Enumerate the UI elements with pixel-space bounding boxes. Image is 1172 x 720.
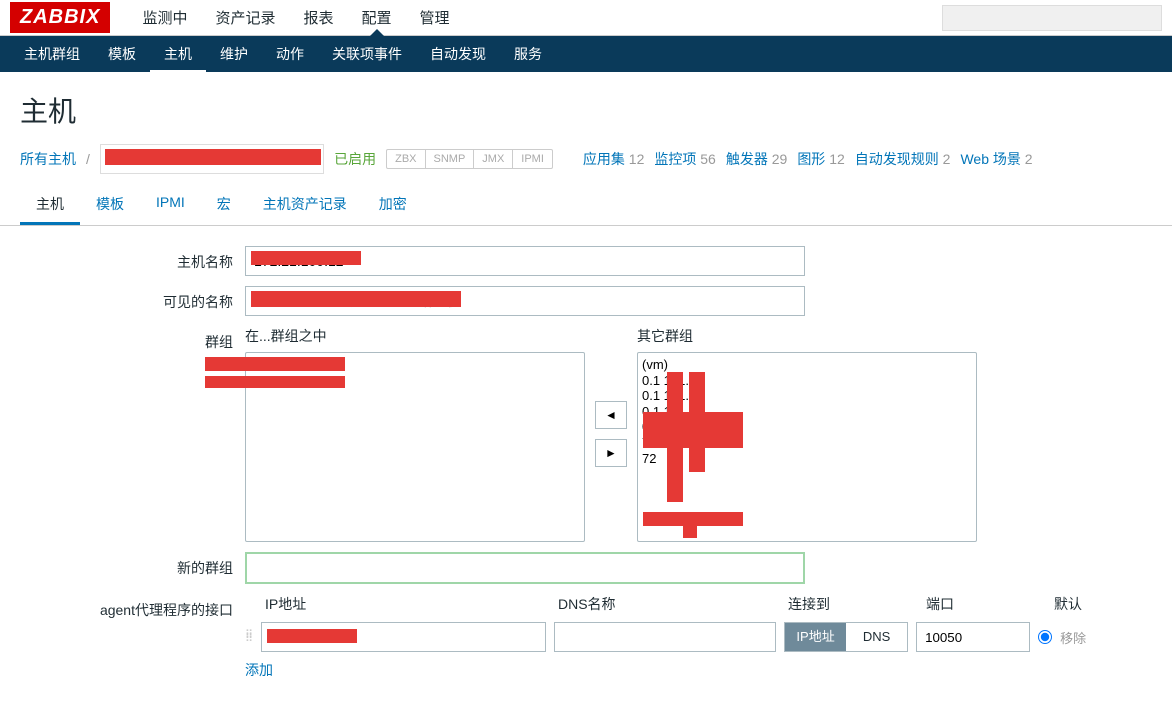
subnav-correlation[interactable]: 关联项事件 [318, 35, 416, 73]
conn-ip[interactable]: IP地址 [785, 623, 846, 651]
tag-jmx: JMX [474, 150, 513, 168]
breadcrumb-all[interactable]: 所有主机 [20, 149, 76, 169]
iface-conn-toggle[interactable]: IP地址 DNS [784, 622, 908, 652]
col-dns: DNS名称 [558, 594, 780, 614]
subnav-hosts[interactable]: 主机 [150, 35, 206, 73]
iface-header: IP地址 DNS名称 连接到 端口 默认 [245, 594, 1114, 614]
move-right-button[interactable]: ► [595, 439, 627, 467]
tab-macros[interactable]: 宏 [201, 186, 247, 225]
tab-encryption[interactable]: 加密 [363, 186, 423, 225]
sub-nav: 主机群组 模板 主机 维护 动作 关联项事件 自动发现 服务 [0, 36, 1172, 72]
top-bar: ZABBIX 监测中 资产记录 报表 配置 管理 [0, 0, 1172, 36]
topnav-monitoring[interactable]: 监测中 [128, 0, 201, 36]
newgroup-label: 新的群组 [20, 552, 245, 578]
iface-label: agent代理程序的接口 [20, 594, 245, 620]
subnav-discovery[interactable]: 自动发现 [416, 35, 500, 73]
visiblename-label: 可见的名称 [20, 286, 245, 312]
logo: ZABBIX [10, 2, 110, 33]
agent-tags: ZBX SNMP JMX IPMI [386, 149, 553, 169]
topnav-inventory[interactable]: 资产记录 [201, 0, 289, 36]
tag-snmp: SNMP [426, 150, 475, 168]
topnav-admin[interactable]: 管理 [406, 0, 464, 36]
in-groups-header: 在...群组之中 [245, 326, 585, 346]
metric-web[interactable]: Web 场景 2 [960, 149, 1032, 169]
hostname-label: 主机名称 [20, 246, 245, 272]
col-conn: 连接到 [788, 594, 918, 614]
subnav-actions[interactable]: 动作 [262, 35, 318, 73]
subnav-maintenance[interactable]: 维护 [206, 35, 262, 73]
iface-add-link[interactable]: 添加 [245, 660, 273, 680]
move-left-button[interactable]: ◄ [595, 401, 627, 429]
tab-ipmi[interactable]: IPMI [140, 186, 201, 225]
metric-triggers[interactable]: 触发器 29 [726, 149, 787, 169]
other-groups-header: 其它群组 [637, 326, 977, 346]
page-title: 主机 [0, 72, 1172, 144]
drag-handle-icon[interactable]: ⠿⠿ [245, 633, 251, 641]
iface-remove-link[interactable]: 移除 [1060, 628, 1086, 647]
search-input[interactable] [942, 5, 1162, 31]
conn-dns[interactable]: DNS [846, 623, 907, 651]
metric-graphs[interactable]: 图形 12 [797, 149, 844, 169]
tag-zbx: ZBX [387, 150, 425, 168]
topnav-config[interactable]: 配置 [348, 0, 406, 36]
tab-templates[interactable]: 模板 [80, 186, 140, 225]
topnav-reports[interactable]: 报表 [289, 0, 347, 36]
host-form: 主机名称 可见的名称 群组 在...群组之中 Zabbix servers [0, 226, 1172, 680]
iface-port-field[interactable] [916, 622, 1030, 652]
tab-host[interactable]: 主机 [20, 186, 80, 225]
subnav-services[interactable]: 服务 [500, 35, 556, 73]
iface-row: ⠿⠿ IP地址 DNS 移除 [245, 622, 1114, 652]
top-nav: 监测中 资产记录 报表 配置 管理 [128, 0, 463, 36]
status-enabled: 已启用 [334, 149, 376, 169]
newgroup-field[interactable] [245, 552, 805, 584]
col-port: 端口 [926, 594, 1046, 614]
tag-ipmi: IPMI [513, 150, 552, 168]
iface-dns-field[interactable] [554, 622, 776, 652]
config-tabs: 主机 模板 IPMI 宏 主机资产记录 加密 [0, 186, 1172, 226]
groups-label: 群组 [20, 326, 245, 352]
col-ip: IP地址 [265, 594, 550, 614]
breadcrumb-host: 172.21.100.12-长沙测试网络主机 [100, 144, 324, 174]
host-bar: 所有主机 / 172.21.100.12-长沙测试网络主机 已启用 ZBX SN… [0, 144, 1172, 186]
metric-apps[interactable]: 应用集 12 [583, 149, 644, 169]
col-def: 默认 [1054, 594, 1114, 614]
metric-discovery[interactable]: 自动发现规则 2 [855, 149, 951, 169]
subnav-hostgroups[interactable]: 主机群组 [10, 35, 94, 73]
subnav-templates[interactable]: 模板 [94, 35, 150, 73]
breadcrumb-sep: / [86, 151, 90, 167]
metric-items[interactable]: 监控项 56 [654, 149, 715, 169]
tab-inventory[interactable]: 主机资产记录 [247, 186, 363, 225]
iface-default-radio[interactable] [1038, 630, 1052, 644]
